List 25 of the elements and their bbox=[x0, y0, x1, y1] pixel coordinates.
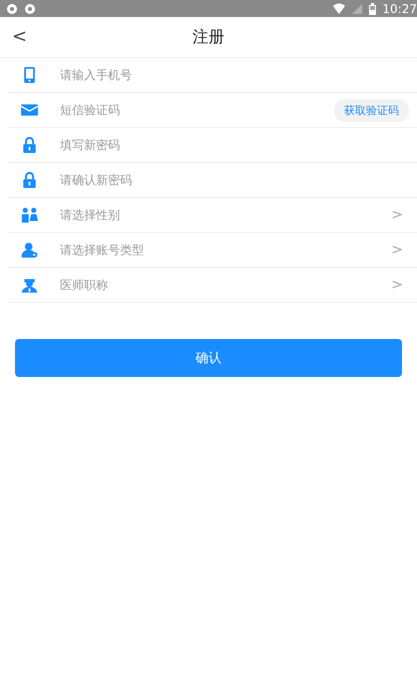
lock-icon bbox=[21, 137, 38, 153]
select-field[interactable]: 请选择性别 bbox=[60, 206, 392, 224]
signal-icon bbox=[351, 2, 364, 14]
chevron-icon: > bbox=[391, 207, 403, 223]
user-icon bbox=[21, 242, 38, 258]
status-time: 10:27 bbox=[382, 2, 417, 16]
envelope-icon bbox=[21, 102, 38, 118]
back-button[interactable]: < bbox=[8, 26, 32, 47]
confirm-button[interactable]: 确认 bbox=[15, 339, 402, 377]
lock-icon bbox=[21, 172, 38, 188]
wifi-icon bbox=[333, 2, 346, 14]
people-icon bbox=[21, 207, 38, 223]
input-field[interactable]: 填写新密码 bbox=[60, 138, 417, 152]
doctor-icon bbox=[21, 277, 38, 293]
input-field[interactable]: 请输入手机号 bbox=[60, 68, 417, 82]
phone-icon bbox=[21, 67, 38, 83]
chevron-icon: > bbox=[391, 242, 403, 258]
input-field[interactable]: 请确认新密码 bbox=[60, 173, 417, 187]
select-field[interactable]: 请选择账号类型 bbox=[60, 242, 392, 258]
page-title: 注册 bbox=[192, 26, 224, 48]
chevron-icon: > bbox=[391, 277, 403, 293]
battery-icon bbox=[369, 2, 376, 14]
select-field[interactable]: 医师职称 bbox=[60, 276, 392, 294]
get-code-button[interactable]: 获取验证码 bbox=[334, 98, 409, 122]
input-field[interactable]: 短信验证码 bbox=[60, 103, 334, 117]
